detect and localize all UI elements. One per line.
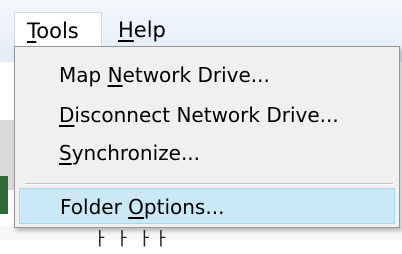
menu-item-disconnect-network-drive[interactable]: Disconnect Network Drive... xyxy=(19,97,395,133)
menu-item-map-network-drive[interactable]: Map Network Drive... xyxy=(19,57,395,93)
menu-item-folder-options[interactable]: Folder Options... xyxy=(19,188,395,224)
menu-separator xyxy=(25,183,393,185)
menu-item-synchronize[interactable]: Synchronize... xyxy=(19,135,395,171)
background-window-area xyxy=(0,226,402,240)
menu-help[interactable]: Help xyxy=(116,12,166,48)
menu-tools[interactable]: Tools xyxy=(14,12,102,48)
tools-dropdown-menu: Map Network Drive... Disconnect Network … xyxy=(14,46,400,228)
background-green-element xyxy=(0,176,8,214)
background-partial-text: ㅏ ㅏ ㅏㅏ xyxy=(92,229,170,250)
